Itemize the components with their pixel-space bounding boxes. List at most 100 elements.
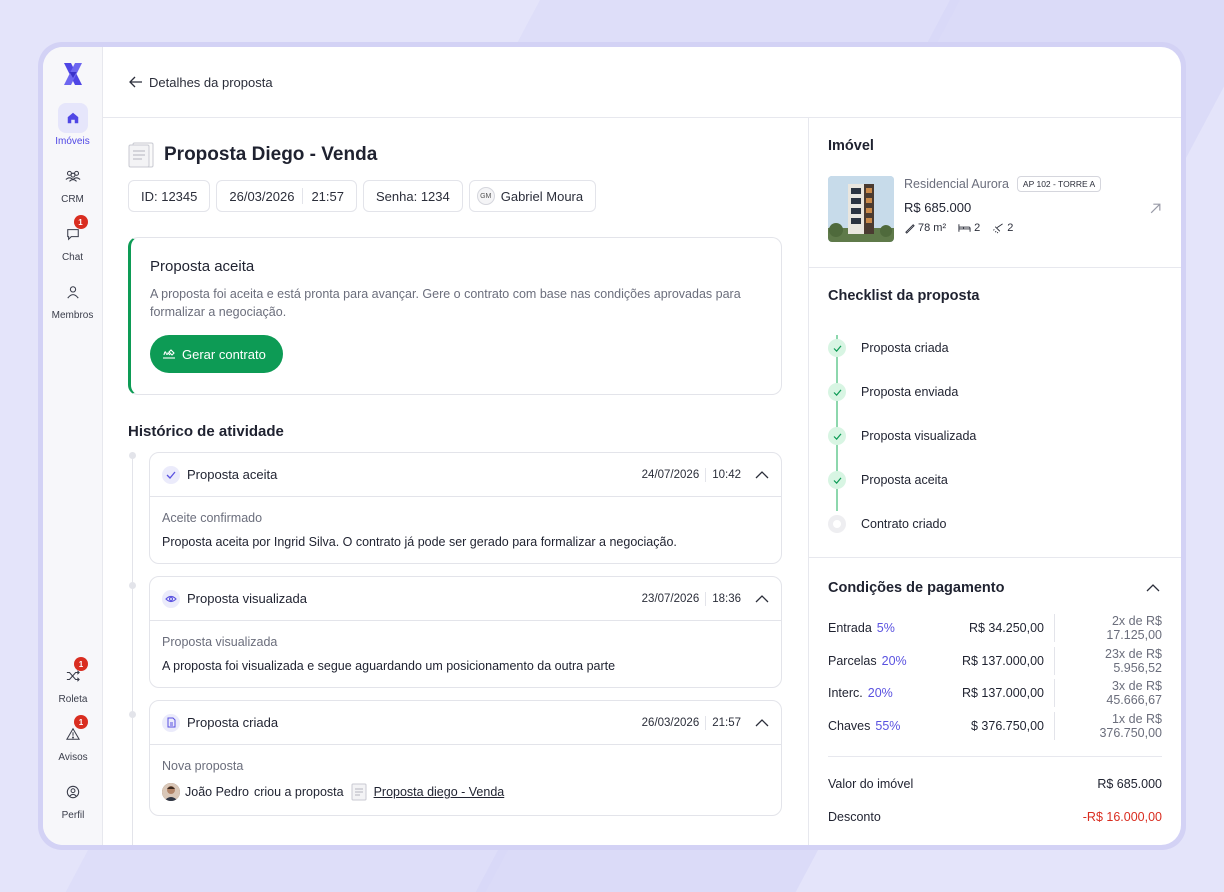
nav-item-perfil[interactable]: Perfil [43, 777, 103, 821]
generate-contract-button[interactable]: Gerar contrato [150, 335, 283, 373]
nav-label: Imóveis [55, 136, 90, 147]
nav-label: Roleta [58, 694, 88, 705]
check-circle-icon [828, 471, 846, 489]
logo-icon [63, 63, 82, 85]
nav-label: Chat [61, 252, 84, 263]
nav-label: Avisos [58, 752, 88, 763]
page-title: Detalhes da proposta [149, 74, 273, 90]
nav-item-roleta[interactable]: 1 Roleta [43, 657, 103, 705]
property-value-label: Valor do imóvel [828, 776, 914, 791]
nav-item-imoveis[interactable]: Imóveis [43, 103, 103, 147]
unit-tag: AP 102 - TORRE A [1016, 176, 1102, 192]
check-circle-icon [828, 383, 846, 401]
proposal-link[interactable]: Proposta diego - Venda [374, 785, 505, 799]
nav-item-chat[interactable]: 1 Chat [43, 215, 103, 263]
bed-icon [958, 224, 971, 232]
proposal-password-chip: Senha: 1234 [363, 180, 463, 212]
payment-section: Condições de pagamento Entrada 5% R$ 34.2… [809, 558, 1181, 833]
activity-date: 26/03/2026 [641, 716, 700, 729]
topbar: Detalhes da proposta [103, 47, 1181, 118]
generate-contract-label: Gerar contrato [182, 346, 266, 362]
activity-subtitle: Proposta visualizada [162, 635, 278, 649]
activity-user: João Pedro [185, 785, 249, 799]
back-link[interactable]: Detalhes da proposta [129, 75, 273, 90]
property-value-row: Valor do imóvel R$ 685.000 [828, 767, 1162, 800]
activity-title: Proposta aceita [187, 467, 278, 482]
property-section: Imóvel Residencial Aurora AP 102 - TORRE… [809, 118, 1181, 268]
payment-percent: 20% [881, 653, 907, 668]
nav-item-membros[interactable]: Membros [43, 277, 103, 321]
history-title: Histórico de atividade [128, 423, 284, 440]
activity-date: 24/07/2026 [641, 468, 700, 481]
proposal-id-chip: ID: 12345 [128, 180, 211, 212]
accepted-title: Proposta aceita [150, 258, 255, 275]
activity-title: Proposta visualizada [187, 591, 307, 606]
checklist-label: Proposta aceita [861, 473, 948, 487]
payment-row: Chaves 55% $ 376.750,00 1x de R$ 376.750,… [828, 710, 1162, 743]
nav-item-crm[interactable]: CRM [43, 161, 103, 205]
payment-table: Entrada 5% R$ 34.250,00 2x de R$ 17.125,0… [828, 612, 1162, 742]
payment-value: R$ 34.250,00 [968, 621, 1044, 636]
discount-value: -R$ 16.000,00 [1082, 809, 1162, 824]
agent-chip[interactable]: GM Gabriel Moura [468, 180, 597, 212]
check-circle-icon [828, 427, 846, 445]
activity-text: Proposta aceita por Ingrid Silva. O cont… [162, 535, 677, 549]
payment-label: Parcelas [828, 653, 877, 668]
payment-label: Chaves [828, 718, 871, 733]
arrow-left-icon [129, 76, 142, 88]
details-panel: Imóvel Residencial Aurora AP 102 - TORRE… [809, 118, 1181, 845]
activity-text: A proposta foi visualizada e segue aguar… [162, 659, 616, 673]
pending-circle-icon [828, 515, 846, 533]
eye-icon [162, 589, 180, 608]
profile-icon [58, 777, 88, 807]
accepted-text: A proposta foi aceita e está pronta para… [150, 287, 741, 319]
roleta-badge: 1 [74, 657, 88, 671]
activity-subtitle: Nova proposta [162, 759, 244, 773]
chevron-up-icon[interactable] [755, 718, 769, 727]
checklist-label: Proposta enviada [861, 385, 959, 399]
checklist-label: Proposta visualizada [861, 429, 977, 443]
nav-label: Perfil [61, 810, 85, 821]
checklist-item: Proposta visualizada [828, 414, 1162, 458]
agent-name: Gabriel Moura [500, 188, 584, 204]
chevron-up-icon[interactable] [1146, 584, 1160, 592]
home-icon [57, 103, 88, 133]
checklist-item: Proposta criada [828, 326, 1162, 370]
chevron-up-icon[interactable] [755, 470, 769, 479]
property-beds: 2 [974, 222, 981, 234]
checklist-label: Contrato criado [861, 517, 947, 531]
external-link-icon[interactable] [1149, 202, 1162, 215]
shower-icon [993, 223, 1004, 233]
chevron-up-icon[interactable] [755, 594, 769, 603]
payment-value: R$ 137.000,00 [961, 653, 1044, 668]
proposal-title: Proposta Diego - Venda [164, 144, 378, 165]
check-circle-icon [828, 339, 846, 357]
area-feature: 78 m² [904, 222, 946, 234]
activity-time: 18:36 [712, 592, 741, 605]
proposal-password: Senha: 1234 [376, 188, 450, 204]
proposal-panel: Proposta Diego - Venda ID: 12345 26/03/2… [103, 118, 809, 845]
user-icon [58, 277, 88, 307]
baths-feature: 2 [992, 222, 1013, 234]
property-image [828, 176, 894, 242]
nav-item-avisos[interactable]: 1 Avisos [43, 715, 103, 763]
payment-value: $ 376.750,00 [971, 718, 1044, 733]
property-area: 78 m² [918, 222, 947, 234]
app-window: Imóveis CRM 1 Chat Membros 1 Roleta 1 Av… [43, 47, 1181, 845]
property-section-title: Imóvel [828, 138, 874, 154]
payment-percent: 20% [867, 686, 893, 701]
property-price: R$ 685.000 [904, 200, 972, 215]
file-icon [162, 713, 180, 732]
payment-value: R$ 137.000,00 [961, 686, 1044, 701]
activity-action: criou a proposta [253, 785, 344, 799]
checklist-title: Checklist da proposta [828, 288, 980, 304]
proposal-date-chip: 26/03/2026 21:57 [216, 180, 357, 212]
activity-date: 23/07/2026 [641, 592, 700, 605]
property-value: R$ 685.000 [1097, 776, 1162, 791]
payment-installments: 23x de R$ 5.956,52 [1054, 646, 1162, 675]
activity-time: 21:57 [712, 716, 741, 729]
user-avatar [162, 783, 180, 801]
avisos-badge: 1 [74, 715, 88, 729]
activity-item: Proposta aceita 24/07/2026 10:42 Aceite … [149, 452, 782, 564]
payment-row: Entrada 5% R$ 34.250,00 2x de R$ 17.125,0… [828, 612, 1162, 645]
